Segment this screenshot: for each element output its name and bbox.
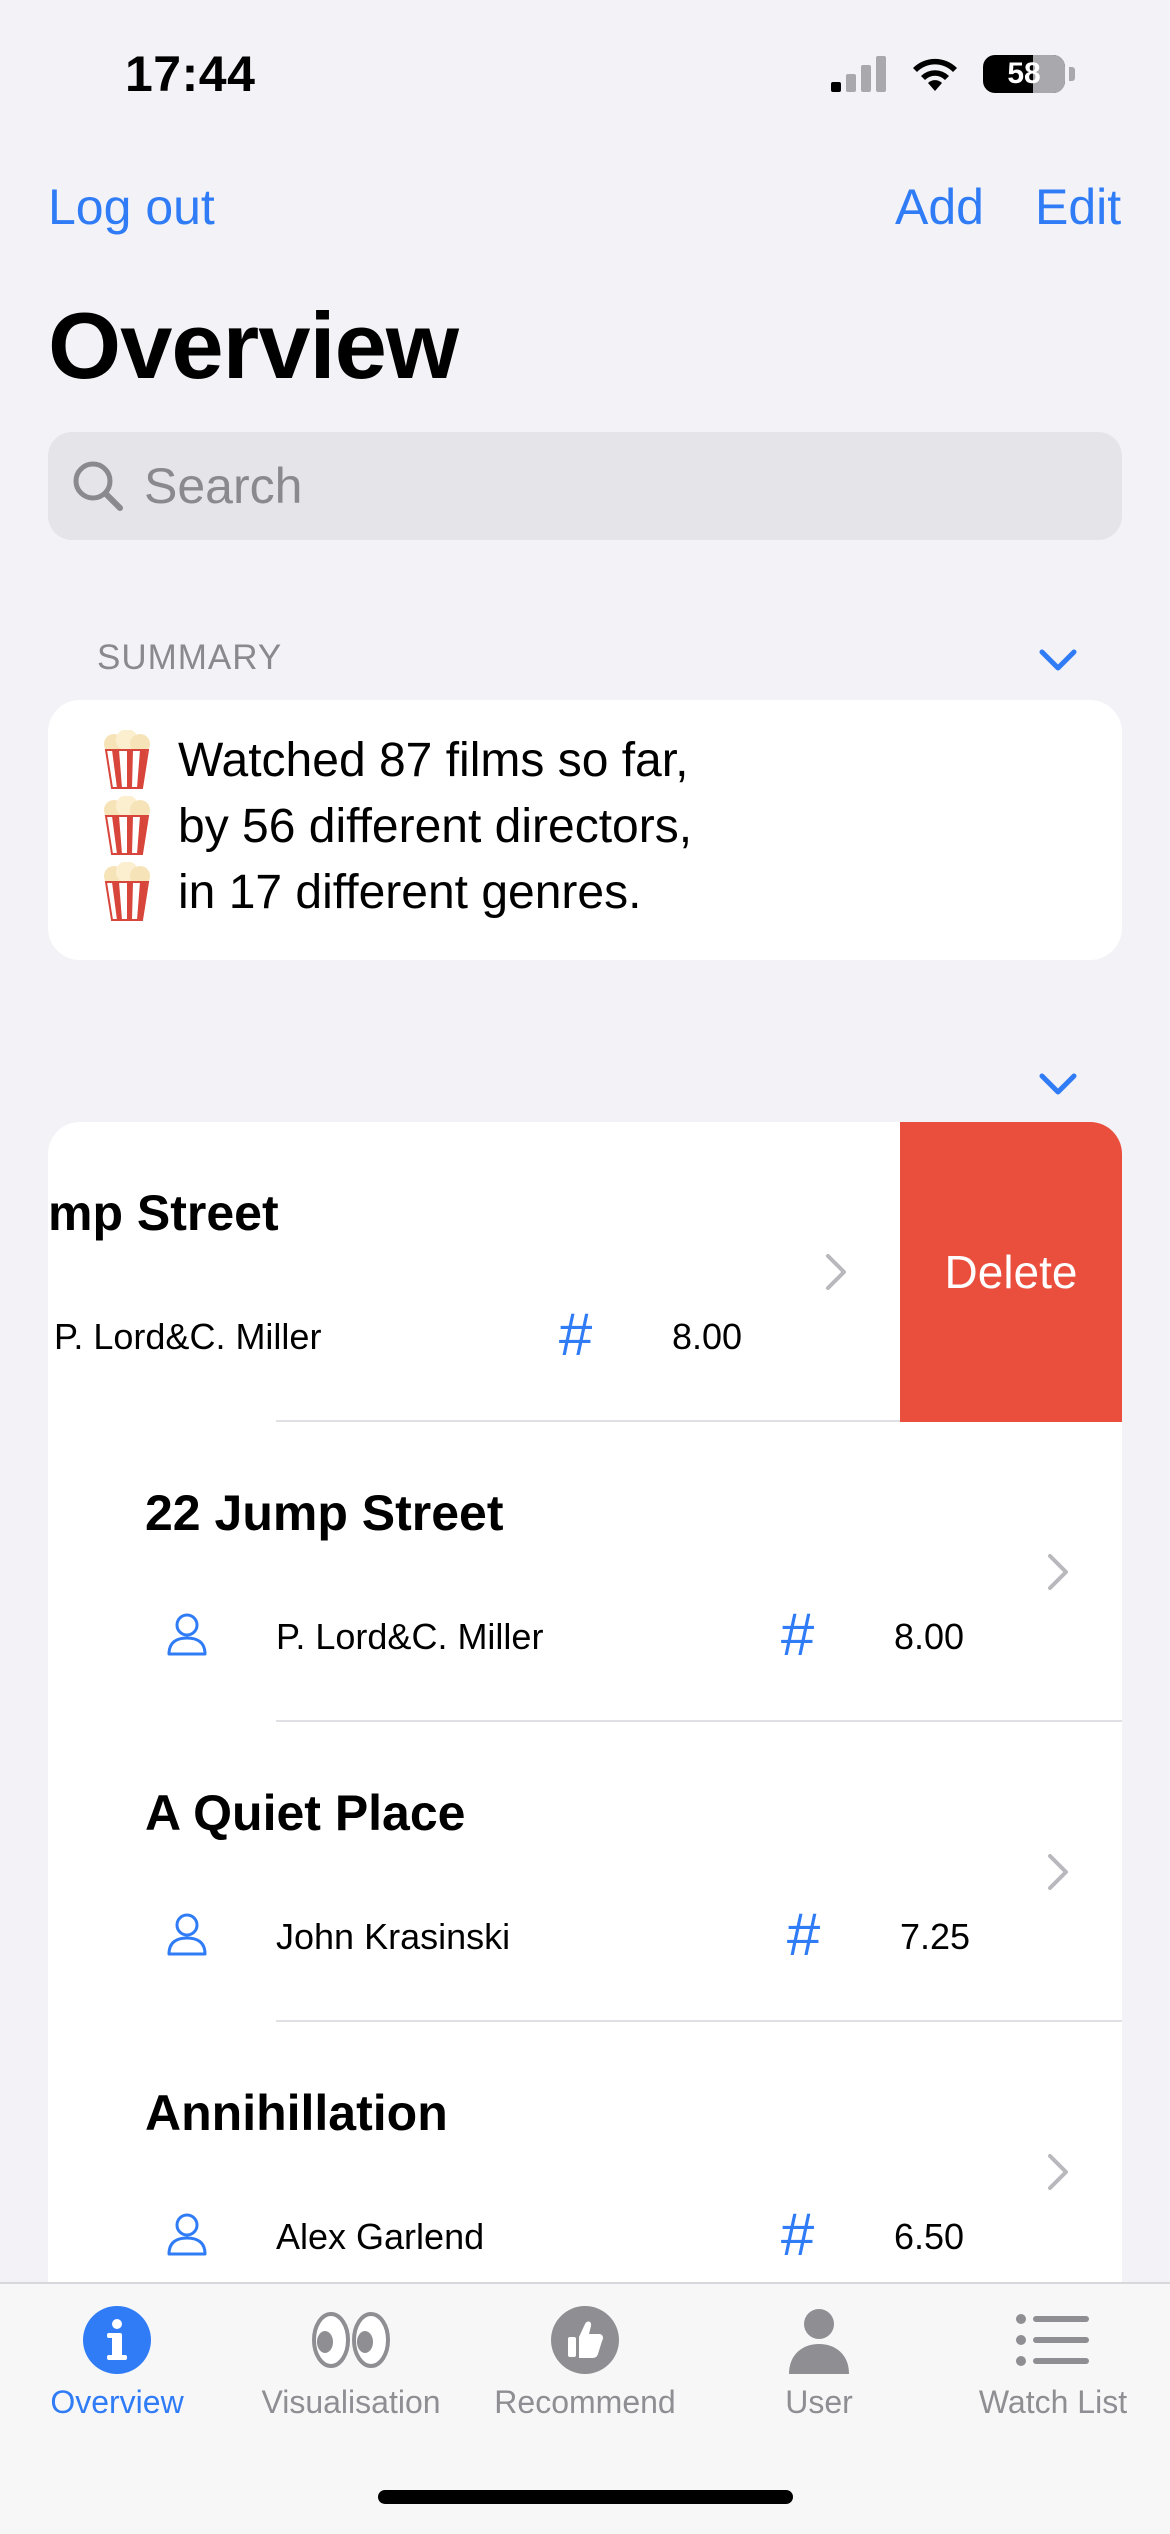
tab-watch-list[interactable]: Watch List [936,2302,1170,2421]
summary-card: Watched 87 films so far, by 56 different… [48,700,1122,960]
tab-visualisation[interactable]: Visualisation [234,2302,468,2421]
film-director: P. Lord&C. Miller [276,1616,544,1657]
tab-label: Overview [50,2384,184,2420]
person-icon [167,1913,207,1956]
film-row[interactable]: 22 Jump Street P. Lord&C. Miller # 8.00 [48,1422,1122,1722]
chevron-right-icon [1048,2154,1068,2190]
summary-line-films: Watched 87 films so far, [100,730,688,790]
film-rating: 8.00 [672,1316,743,1357]
tab-overview[interactable]: Overview [0,2302,234,2421]
rating-hash-icon: # [780,1601,814,1668]
film-director: John Krasinski [276,1916,511,1957]
summary-text: by 56 different directors, [178,799,693,853]
film-title: Annihillation [145,2085,448,2141]
summary-text: Watched 87 films so far, [178,733,689,787]
film-list: mp Street P. Lord&C. Miller # 8.00 Delet… [48,1122,1122,2282]
home-indicator[interactable] [378,2490,793,2504]
rating-hash-icon: # [786,1901,820,1968]
status-time: 17:44 [125,46,256,102]
add-button[interactable]: Add [895,178,984,236]
summary-collapse-chevron-icon[interactable] [1038,648,1078,674]
battery-level: 58 [1007,57,1041,90]
logout-button[interactable]: Log out [48,178,215,236]
page-title: Overview [48,293,459,398]
summary-line-genres: in 17 different genres. [100,862,641,922]
eyes-icon [312,2312,390,2368]
person-icon [167,2213,207,2256]
chevron-right-icon [826,1254,846,1290]
tab-recommend[interactable]: Recommend [468,2302,702,2421]
films-collapse-chevron-icon[interactable] [1038,1072,1078,1098]
rating-hash-icon: # [558,1301,592,1368]
tab-label: Watch List [978,2384,1128,2420]
chevron-right-icon [1048,1554,1068,1590]
edit-button[interactable]: Edit [1035,178,1121,236]
search-placeholder: Search [144,458,303,514]
chevron-right-icon [1048,1854,1068,1890]
info-icon [83,2306,151,2374]
cellular-signal-icon [831,56,886,92]
list-icon [1016,2314,1089,2366]
search-input[interactable]: Search [48,432,1122,540]
summary-text: in 17 different genres. [178,865,642,919]
film-rating: 7.25 [900,1916,971,1957]
popcorn-icon [104,862,150,921]
film-director: P. Lord&C. Miller [54,1316,322,1357]
summary-header: SUMMARY [97,638,283,677]
rating-hash-icon: # [780,2201,814,2268]
film-row[interactable]: Annihillation Alex Garlend # 6.50 [48,2022,1122,2282]
film-director: Alex Garlend [276,2216,485,2257]
tab-label: Visualisation [261,2384,441,2420]
search-icon [73,461,123,511]
status-icons: 58 [831,55,1075,93]
delete-button[interactable]: Delete [900,1122,1122,1422]
thumbs-up-icon [551,2306,619,2374]
film-row[interactable]: A Quiet Place John Krasinski # 7.25 [48,1722,1122,2022]
film-rating: 6.50 [894,2216,965,2257]
person-icon [789,2309,849,2374]
tab-label: Recommend [494,2384,676,2420]
battery-icon: 58 [983,55,1065,93]
tab-label: User [785,2384,853,2420]
summary-line-directors: by 56 different directors, [100,796,692,856]
film-row-swiped[interactable]: mp Street P. Lord&C. Miller # 8.00 Delet… [48,1122,1122,1422]
tab-user[interactable]: User [702,2302,936,2421]
popcorn-icon [104,796,150,855]
popcorn-icon [104,730,150,789]
person-icon [167,1613,207,1656]
film-title: A Quiet Place [145,1785,466,1841]
film-title: 22 Jump Street [145,1485,504,1541]
wifi-icon [913,58,957,91]
film-title: mp Street [48,1185,279,1241]
film-rating: 8.00 [894,1616,965,1657]
